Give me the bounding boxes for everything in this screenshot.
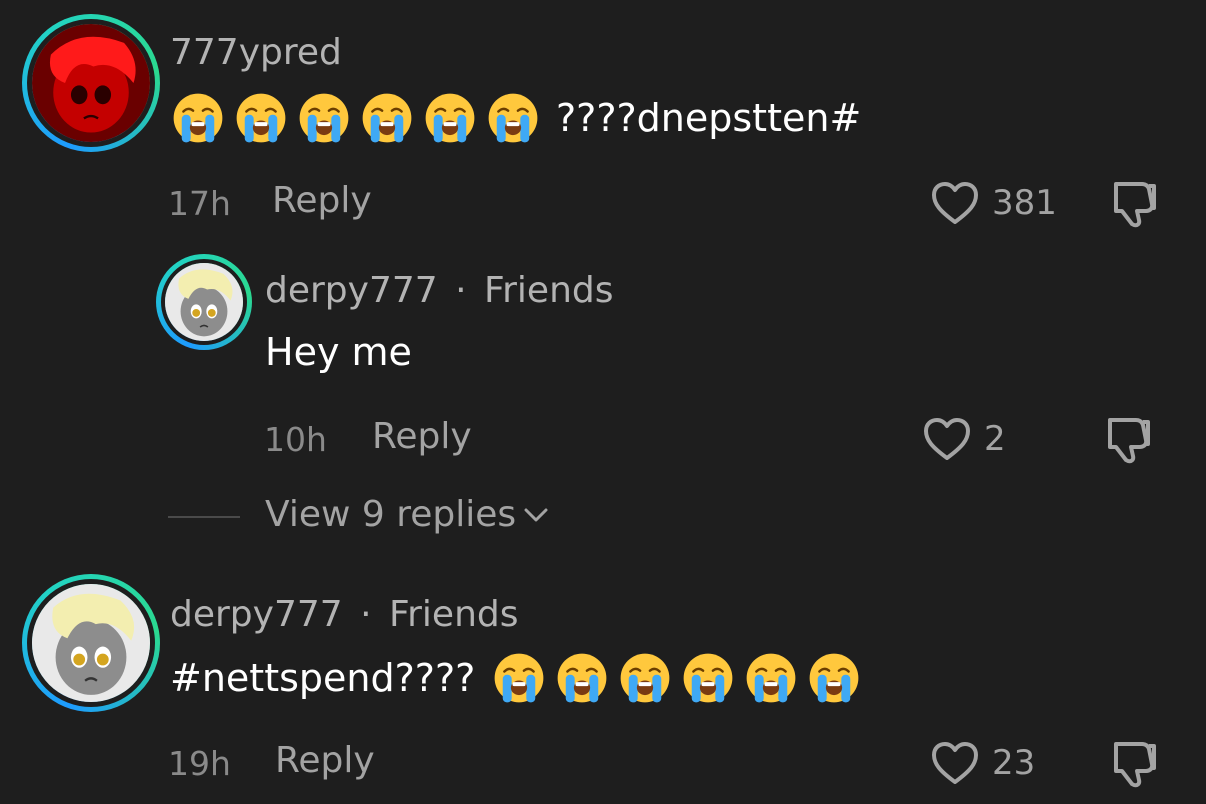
reply-button[interactable]: Reply	[272, 180, 372, 221]
comment-text: #nettspend????	[170, 652, 871, 704]
comment-username[interactable]: 777ypred	[170, 32, 342, 73]
chevron-down-icon	[524, 508, 548, 521]
comment-text-content: Hey me	[265, 330, 412, 374]
comment-text: ????dnepstten#	[172, 92, 861, 144]
loudly-crying-face-icon	[493, 652, 545, 704]
friends-tag: Friends	[389, 594, 519, 635]
loudly-crying-face-icon	[556, 652, 608, 704]
thumbs-down-icon[interactable]	[1102, 414, 1154, 464]
comment-username[interactable]: derpy777 · Friends	[265, 270, 614, 311]
loudly-crying-face-icon	[487, 92, 539, 144]
user-avatar[interactable]	[22, 14, 160, 152]
heart-icon	[930, 180, 980, 226]
heart-icon	[922, 416, 972, 462]
like-button[interactable]: 2	[922, 416, 1006, 462]
comment-timestamp: 17h	[168, 184, 231, 223]
user-avatar[interactable]	[156, 254, 252, 350]
loudly-crying-face-icon	[361, 92, 413, 144]
user-avatar[interactable]	[22, 574, 160, 712]
comment-text: Hey me	[265, 330, 412, 374]
comment-timestamp: 19h	[168, 744, 231, 783]
separator-dot: ·	[455, 270, 467, 311]
thumbs-down-icon[interactable]	[1108, 738, 1160, 788]
comment-text-content: #nettspend????	[170, 656, 476, 700]
loudly-crying-face-icon	[619, 652, 671, 704]
loudly-crying-face-icon	[298, 92, 350, 144]
divider-line	[168, 516, 240, 518]
like-count: 381	[992, 183, 1057, 223]
reply-button[interactable]: Reply	[275, 740, 375, 781]
like-button[interactable]: 381	[930, 180, 1057, 226]
heart-icon	[930, 740, 980, 786]
like-count: 2	[984, 419, 1006, 459]
comment-text-content: ????dnepstten#	[556, 96, 862, 140]
loudly-crying-face-icon	[745, 652, 797, 704]
view-replies-button[interactable]: View 9 replies	[265, 494, 550, 535]
view-replies-label: View 9 replies	[265, 494, 517, 535]
loudly-crying-face-icon	[682, 652, 734, 704]
comment-timestamp: 10h	[264, 420, 327, 459]
loudly-crying-face-icon	[235, 92, 287, 144]
separator-dot: ·	[360, 594, 372, 635]
loudly-crying-face-icon	[424, 92, 476, 144]
loudly-crying-face-icon	[172, 92, 224, 144]
loudly-crying-face-icon	[808, 652, 860, 704]
comment-username[interactable]: derpy777 · Friends	[170, 594, 519, 635]
like-button[interactable]: 23	[930, 740, 1035, 786]
friends-tag: Friends	[484, 270, 614, 311]
like-count: 23	[992, 743, 1036, 783]
thumbs-down-icon[interactable]	[1108, 178, 1160, 228]
reply-button[interactable]: Reply	[372, 416, 472, 457]
